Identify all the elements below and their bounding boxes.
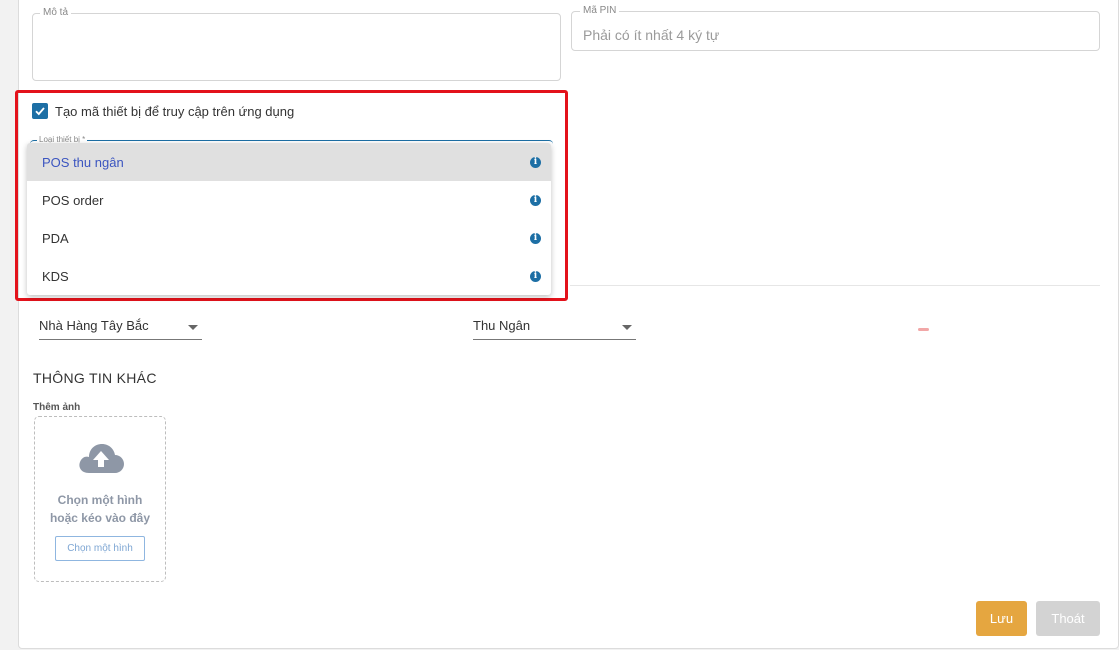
pin-placeholder: Phải có ít nhất 4 ký tự: [583, 27, 720, 43]
device-option-pos-cashier[interactable]: POS thu ngân i: [27, 143, 551, 181]
info-icon[interactable]: i: [530, 270, 541, 282]
option-label: PDA: [42, 230, 69, 246]
description-label: Mô tả: [40, 7, 72, 19]
option-label: POS order: [42, 192, 104, 208]
cloud-upload-icon: [79, 444, 124, 473]
role-select[interactable]: Thu Ngân: [473, 318, 636, 340]
dropzone-text: Chọn một hình hoặc kéo vào đây: [35, 491, 165, 527]
choose-image-button[interactable]: Chọn một hình: [55, 536, 145, 561]
device-type-dropdown: POS thu ngân i POS order i PDA i KDS i: [27, 143, 551, 295]
info-icon[interactable]: i: [530, 232, 541, 244]
caret-down-icon: [188, 325, 198, 330]
info-icon[interactable]: i: [530, 156, 541, 168]
pin-field[interactable]: Mã PIN Phải có ít nhất 4 ký tự: [571, 5, 1100, 51]
device-option-pos-order[interactable]: POS order i: [27, 181, 551, 219]
pin-label: Mã PIN: [580, 5, 620, 17]
remove-row-mark[interactable]: [918, 328, 929, 331]
check-icon: [35, 107, 45, 116]
exit-button[interactable]: Thoát: [1036, 601, 1100, 636]
caret-down-icon: [622, 325, 632, 330]
other-info-title: THÔNG TIN KHÁC: [33, 370, 157, 386]
restaurant-select[interactable]: Nhà Hàng Tây Bắc: [39, 318, 202, 340]
info-icon[interactable]: i: [530, 194, 541, 206]
section-divider: [570, 285, 1100, 286]
create-device-code-label: Tạo mã thiết bị để truy cập trên ứng dụn…: [55, 103, 295, 119]
dropzone-text-line1: Chọn một hình: [57, 493, 143, 507]
option-label: POS thu ngân: [42, 154, 124, 170]
role-select-value: Thu Ngân: [473, 318, 531, 333]
device-option-pda[interactable]: PDA i: [27, 219, 551, 257]
create-device-code-checkbox[interactable]: [32, 103, 48, 119]
description-field[interactable]: Mô tả: [32, 7, 561, 81]
restaurant-select-value: Nhà Hàng Tây Bắc: [39, 318, 149, 333]
image-dropzone[interactable]: Chọn một hình hoặc kéo vào đây Chọn một …: [34, 416, 166, 582]
option-label: KDS: [42, 268, 69, 284]
save-button[interactable]: Lưu: [976, 601, 1027, 636]
dropzone-text-line2: hoặc kéo vào đây: [49, 511, 151, 525]
add-photo-label: Thêm ảnh: [33, 402, 81, 413]
create-device-code-row[interactable]: Tạo mã thiết bị để truy cập trên ứng dụn…: [32, 103, 294, 119]
device-option-kds[interactable]: KDS i: [27, 257, 551, 295]
